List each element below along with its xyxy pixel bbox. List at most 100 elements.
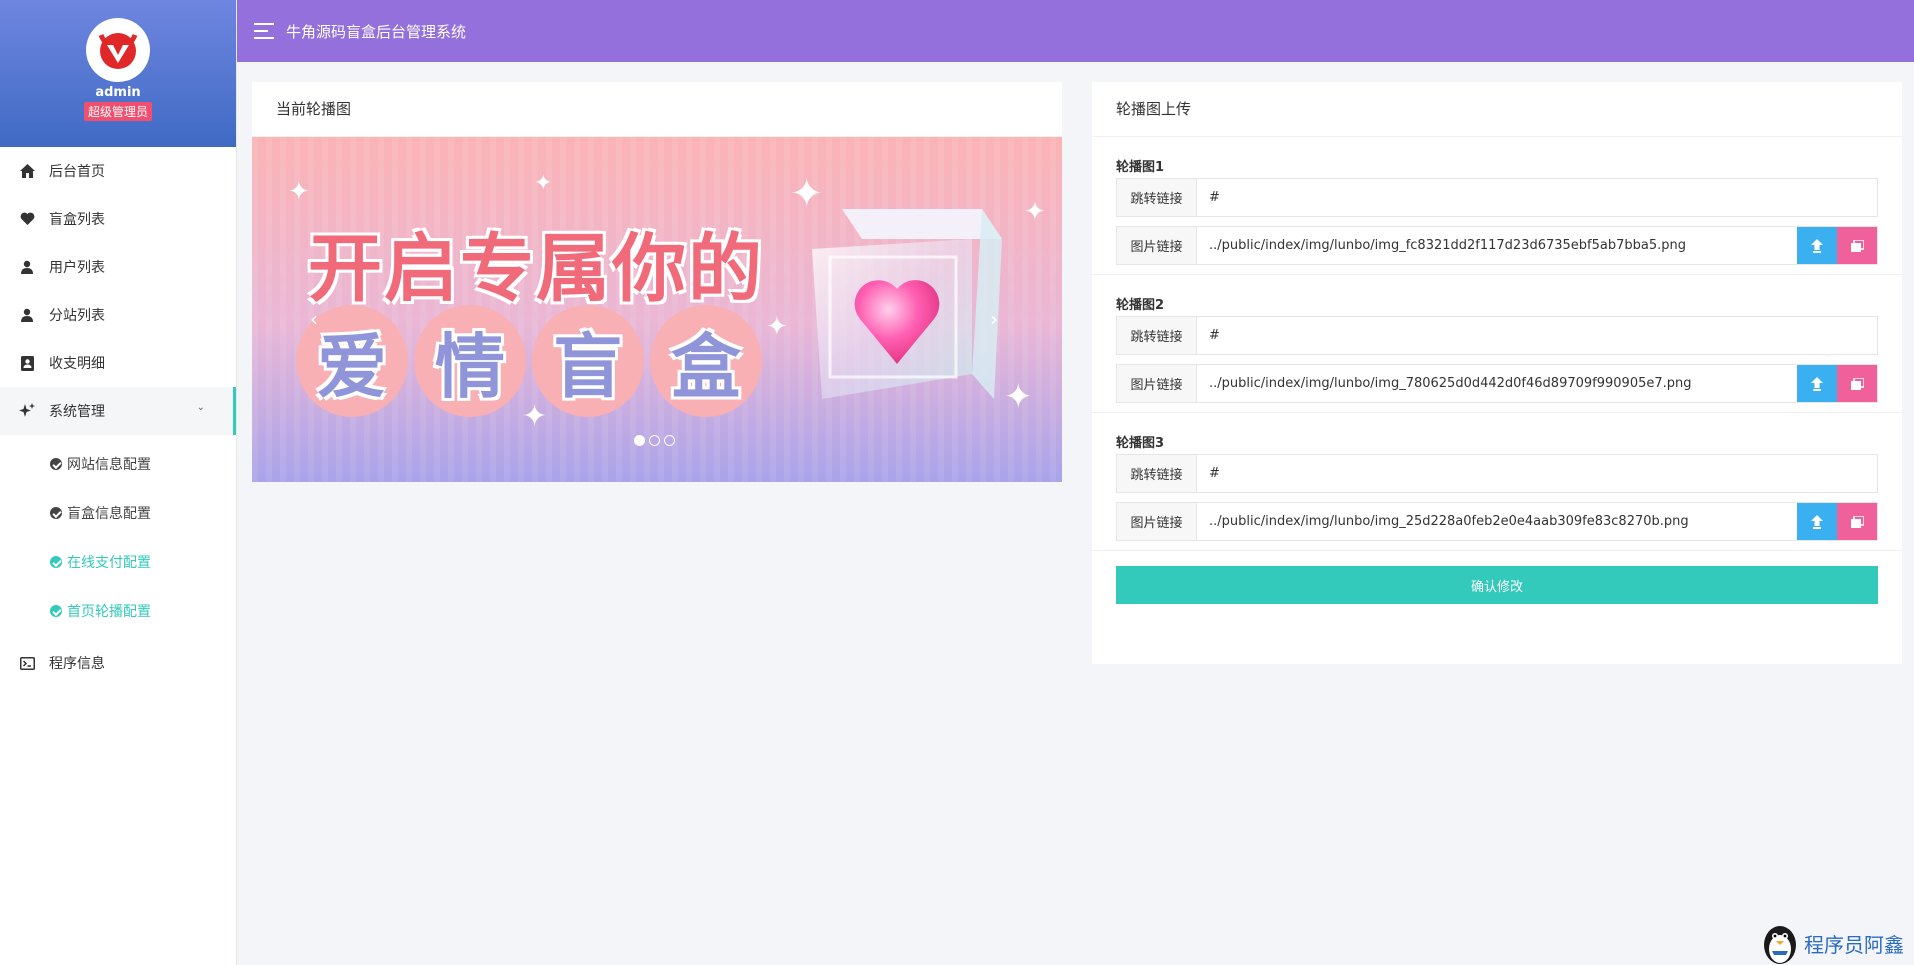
menu-item-label: 系统管理	[49, 404, 105, 420]
hamburger-menu-icon[interactable]	[254, 23, 274, 39]
upload-button[interactable]	[1797, 365, 1837, 402]
menu-item-program-info[interactable]: 程序信息	[0, 639, 236, 687]
check-circle-icon	[50, 555, 62, 568]
image-label: 图片链接	[1117, 227, 1197, 264]
image-row: 图片链接	[1116, 226, 1878, 265]
menu-item-substation-list[interactable]: 分站列表	[0, 291, 236, 339]
sparkle-icon: ✦	[1024, 197, 1046, 227]
group-title: 轮播图3	[1116, 436, 1165, 451]
images-icon	[1850, 515, 1864, 528]
watermark-text: 程序员阿鑫	[1804, 932, 1904, 957]
carousel-group-3: 轮播图3 跳转链接 图片链接	[1092, 413, 1902, 551]
upload-button[interactable]	[1797, 503, 1837, 540]
upload-button[interactable]	[1797, 227, 1837, 264]
link-row: 跳转链接	[1116, 316, 1878, 355]
menu-item-label: 程序信息	[49, 656, 105, 672]
menu-item-label: 用户列表	[49, 260, 105, 276]
banner-char-bubble: 盲	[532, 305, 644, 417]
menu-item-label: 后台首页	[49, 164, 105, 180]
user-icon	[19, 259, 35, 275]
main-menu-tail: 程序信息	[0, 639, 236, 687]
link-row: 跳转链接	[1116, 178, 1878, 217]
banner-char-bubble: 情	[414, 305, 526, 417]
confirm-area: 确认修改	[1092, 551, 1902, 619]
link-label: 跳转链接	[1117, 179, 1197, 216]
system-submenu: 网站信息配置 盲盒信息配置 在线支付配置 首页轮播配置	[0, 435, 236, 639]
image-label: 图片链接	[1117, 503, 1197, 540]
current-carousel-card: 当前轮播图 ✦ ✦ ✦ ✦ ✦ ✦ ✦ 开启专属你的 爱 情 盲 盒 ‹ ›	[252, 82, 1062, 482]
menu-item-transactions[interactable]: 收支明细	[0, 339, 236, 387]
banner-headline: 开启专属你的	[308, 226, 764, 312]
gallery-button[interactable]	[1837, 227, 1877, 264]
contact-book-icon	[19, 355, 35, 371]
menu-item-label: 盲盒列表	[49, 212, 105, 228]
link-label: 跳转链接	[1117, 455, 1197, 492]
watermark: 程序员阿鑫	[1760, 921, 1904, 965]
heart-icon	[19, 211, 35, 227]
menu-item-system-settings[interactable]: 系统管理 ⌄	[0, 387, 236, 435]
carousel-banner[interactable]: ✦ ✦ ✦ ✦ ✦ ✦ ✦ 开启专属你的 爱 情 盲 盒 ‹ ›	[252, 137, 1062, 482]
carousel-dot-1[interactable]	[634, 435, 645, 446]
glass-cube-heart-image	[812, 209, 1002, 399]
check-circle-icon	[50, 506, 62, 519]
submenu-item-blindbox-config[interactable]: 盲盒信息配置	[0, 488, 236, 537]
link-input[interactable]	[1197, 455, 1877, 492]
menu-item-user-list[interactable]: 用户列表	[0, 243, 236, 291]
image-url-input[interactable]	[1197, 503, 1797, 540]
carousel-group-1: 轮播图1 跳转链接 图片链接	[1092, 137, 1902, 275]
carousel-next-arrow[interactable]: ›	[990, 307, 998, 331]
submenu-item-payment-config[interactable]: 在线支付配置	[0, 537, 236, 586]
banner-subheadline: 爱 情 盲 盒	[296, 305, 768, 417]
penguin-mascot-icon	[1764, 926, 1796, 964]
card-title: 轮播图上传	[1092, 82, 1902, 137]
menu-item-label: 收支明细	[49, 356, 105, 372]
sparkle-icon: ✦	[766, 312, 788, 342]
menu-item-label: 分站列表	[49, 308, 105, 324]
image-url-input[interactable]	[1197, 365, 1797, 402]
main-menu: 后台首页 盲盒列表 用户列表 分站列表 收支明细 系统管理 ⌄	[0, 147, 236, 435]
profile-panel: admin 超级管理员	[0, 0, 236, 147]
link-input[interactable]	[1197, 317, 1877, 354]
user-icon	[19, 307, 35, 323]
sparkle-icon: ✦	[288, 177, 310, 207]
carousel-group-2: 轮播图2 跳转链接 图片链接	[1092, 275, 1902, 413]
submenu-item-label: 在线支付配置	[67, 554, 151, 571]
sparkle-icon: ✦	[534, 171, 553, 196]
image-row: 图片链接	[1116, 502, 1878, 541]
submenu-item-site-config[interactable]: 网站信息配置	[0, 439, 236, 488]
image-row: 图片链接	[1116, 364, 1878, 403]
carousel-prev-arrow[interactable]: ‹	[310, 307, 318, 331]
role-badge: 超级管理员	[83, 102, 152, 121]
image-label: 图片链接	[1117, 365, 1197, 402]
sidebar: admin 超级管理员 后台首页 盲盒列表 用户列表 分站列表 收支明细 系统管…	[0, 0, 237, 965]
confirm-button[interactable]: 确认修改	[1116, 566, 1878, 604]
link-input[interactable]	[1197, 179, 1877, 216]
bull-logo-icon	[98, 33, 138, 69]
image-url-input[interactable]	[1197, 227, 1797, 264]
chevron-down-icon: ⌄	[196, 402, 205, 413]
menu-item-dashboard[interactable]: 后台首页	[0, 147, 236, 195]
group-title: 轮播图2	[1116, 298, 1165, 313]
carousel-dot-3[interactable]	[664, 435, 675, 446]
gallery-button[interactable]	[1837, 365, 1877, 402]
sparkle-icon: ✦	[1004, 377, 1033, 417]
profile-name: admin	[95, 85, 141, 100]
menu-item-blindbox-list[interactable]: 盲盒列表	[0, 195, 236, 243]
avatar[interactable]	[86, 18, 150, 82]
sparkle-icon	[19, 403, 35, 419]
card-title: 当前轮播图	[252, 82, 1062, 137]
app-title: 牛角源码盲盒后台管理系统	[286, 22, 467, 41]
top-header: 牛角源码盲盒后台管理系统	[237, 0, 1914, 62]
banner-char-bubble: 盒	[650, 305, 762, 417]
submenu-item-label: 首页轮播配置	[67, 603, 151, 620]
upload-icon	[1811, 238, 1823, 253]
gallery-button[interactable]	[1837, 503, 1877, 540]
check-circle-icon	[50, 457, 62, 470]
submenu-item-carousel-config[interactable]: 首页轮播配置	[0, 586, 236, 635]
link-label: 跳转链接	[1117, 317, 1197, 354]
carousel-upload-card: 轮播图上传 轮播图1 跳转链接 图片链接 轮播图2 跳转链接 图片链接	[1092, 82, 1902, 664]
carousel-dot-2[interactable]	[649, 435, 660, 446]
check-circle-icon	[50, 604, 62, 617]
upload-icon	[1811, 376, 1823, 391]
upload-icon	[1811, 514, 1823, 529]
